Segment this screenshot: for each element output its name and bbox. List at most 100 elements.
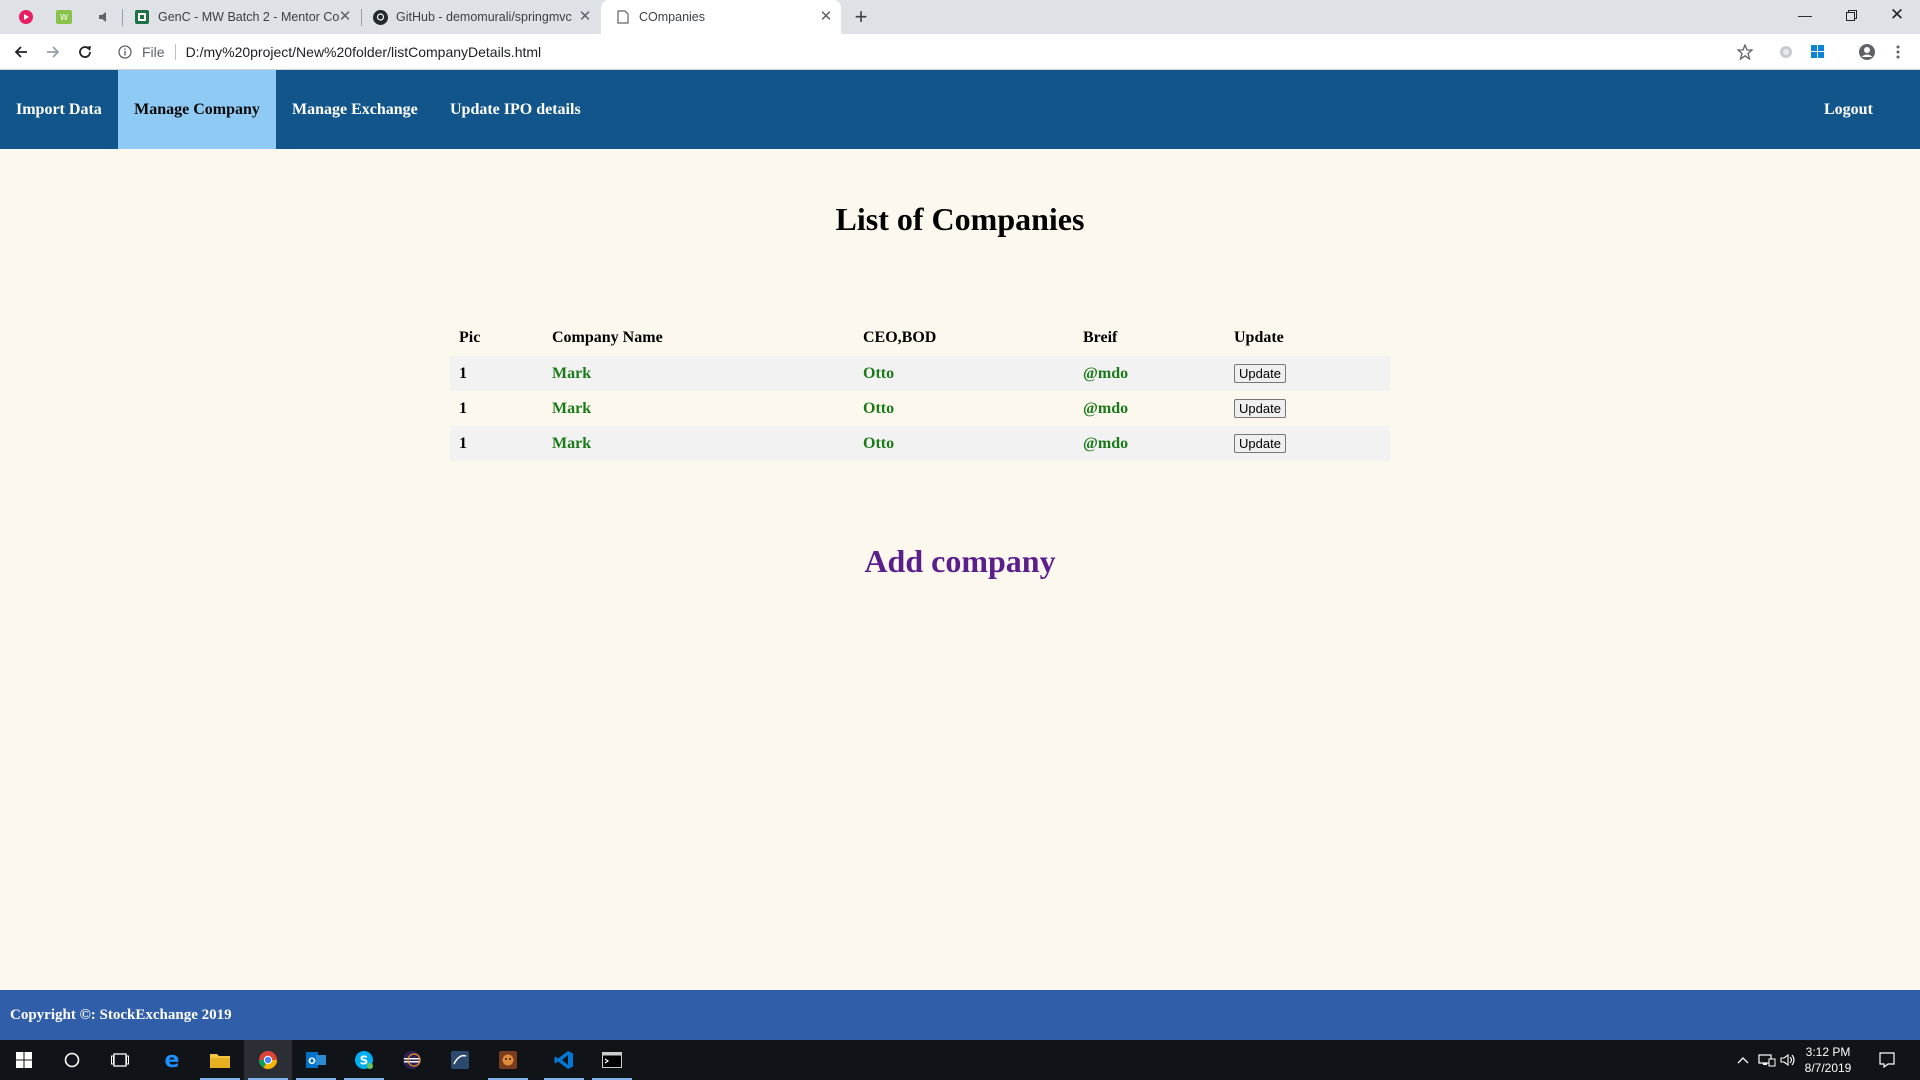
taskbar-skype[interactable]: S (340, 1040, 388, 1080)
taskbar-vscode[interactable] (540, 1040, 588, 1080)
search-button[interactable] (48, 1040, 96, 1080)
svg-text:O: O (308, 1057, 316, 1067)
cell-brief: @mdo (1074, 356, 1225, 391)
info-icon[interactable] (116, 43, 134, 61)
update-button[interactable]: Update (1234, 434, 1286, 453)
cell-ceo: Otto (854, 356, 1074, 391)
tab-title: GenC - MW Batch 2 - Mentor Co (158, 10, 340, 24)
outlook-icon: O (306, 1052, 326, 1068)
edge-icon: e (165, 1050, 180, 1070)
cell-update: Update (1225, 426, 1390, 461)
header-ceo-bod: CEO,BOD (863, 329, 937, 346)
new-tab-button[interactable]: + (848, 4, 874, 30)
table-row: 1 Mark Otto @mdo Update (450, 426, 1390, 461)
restore-icon (1845, 9, 1857, 21)
nav-manage-company[interactable]: Manage Company (118, 70, 276, 149)
task-view-icon (111, 1053, 129, 1067)
browser-tab-strip: W GenC - MW Batch 2 - Mentor Co ✕ GitHub… (0, 0, 1920, 34)
cell-company-name: Mark (552, 399, 592, 417)
volume-icon[interactable] (1778, 1040, 1798, 1080)
svg-text:e: e (165, 1050, 180, 1070)
pinned-tab-muted[interactable] (87, 0, 121, 34)
nav-import-data[interactable]: Import Data (0, 70, 118, 149)
restore-button[interactable] (1828, 0, 1874, 30)
add-company-link[interactable]: Add company (0, 543, 1920, 580)
main-navbar: Import Data Manage Company Manage Exchan… (0, 70, 1920, 149)
cell-company-name: Mark (543, 426, 854, 461)
tab-title: GitHub - demomurali/springmvc (396, 10, 572, 24)
browser-toolbar: File D:/my%20project/New%20folder/listCo… (0, 34, 1920, 70)
speaker-muted-icon (99, 12, 106, 22)
taskbar-edge[interactable]: e (148, 1040, 196, 1080)
close-window-button[interactable]: ✕ (1874, 0, 1920, 30)
close-tab-icon[interactable]: ✕ (576, 8, 594, 26)
pinned-tab-app[interactable]: W (47, 0, 81, 34)
taskbar-outlook[interactable]: O (292, 1040, 340, 1080)
page-title: List of Companies (835, 201, 1085, 237)
url-text[interactable]: D:/my%20project/New%20folder/listCompany… (186, 44, 542, 60)
close-tab-icon[interactable]: ✕ (336, 8, 354, 26)
page-icon (615, 9, 631, 25)
svg-text:W: W (60, 13, 68, 22)
tab-genc[interactable]: GenC - MW Batch 2 - Mentor Co ✕ (126, 0, 360, 34)
profile-icon[interactable] (1857, 42, 1877, 62)
start-button[interactable] (0, 1040, 48, 1080)
folder-icon (210, 1054, 230, 1068)
skype-icon: S (355, 1051, 373, 1069)
header-company-name: Company Name (552, 329, 663, 346)
taskbar-mysql-workbench[interactable] (436, 1040, 484, 1080)
spreadsheet-icon (134, 9, 150, 25)
close-tab-icon[interactable]: ✕ (817, 8, 835, 26)
address-bar[interactable]: File D:/my%20project/New%20folder/listCo… (108, 38, 1768, 66)
taskbar-eclipse[interactable] (388, 1040, 436, 1080)
windows-logo-icon (16, 1052, 32, 1068)
system-clock[interactable]: 3:12 PM 8/7/2019 (1796, 1044, 1860, 1076)
windows-extension-icon[interactable] (1808, 42, 1828, 62)
chrome-icon (259, 1051, 277, 1070)
companies-table: Pic Company Name CEO,BOD Breif Update 1 … (450, 320, 1390, 461)
nav-manage-exchange[interactable]: Manage Exchange (276, 70, 434, 149)
tab-companies[interactable]: COmpanies ✕ (601, 0, 841, 34)
taskbar-app-brown[interactable] (484, 1040, 532, 1080)
cell-pic: 1 (459, 399, 467, 417)
url-scheme: File (142, 44, 165, 60)
update-button[interactable]: Update (1234, 364, 1286, 383)
minimize-button[interactable]: — (1782, 0, 1828, 30)
reload-button[interactable] (74, 41, 96, 63)
back-button[interactable] (10, 41, 32, 63)
forward-arrow-icon (47, 46, 60, 58)
menu-kebab-icon[interactable] (1888, 42, 1908, 62)
footer-copyright: Copyright ©: StockExchange 2019 (0, 990, 1920, 1040)
tray-overflow-chevron-icon[interactable] (1734, 1040, 1752, 1080)
bookmark-star-icon[interactable] (1735, 42, 1755, 62)
task-view-button[interactable] (96, 1040, 144, 1080)
extension-grey-icon[interactable] (1776, 42, 1796, 62)
table-row: 1 Mark Otto @mdo Update (450, 356, 1390, 391)
tiger-app-icon (499, 1051, 517, 1069)
network-icon[interactable] (1756, 1040, 1778, 1080)
notification-center-icon[interactable] (1872, 1040, 1902, 1080)
cell-pic: 1 (450, 356, 543, 391)
update-button[interactable]: Update (1234, 399, 1286, 418)
forward-button[interactable] (42, 41, 64, 63)
github-icon (372, 9, 388, 25)
header-brief: Breif (1083, 329, 1118, 346)
clock-date: 8/7/2019 (1804, 1061, 1852, 1075)
cell-update: Update (1225, 391, 1390, 426)
svg-text:S: S (360, 1054, 369, 1068)
nav-logout[interactable]: Logout (1808, 70, 1889, 149)
music-app-icon (19, 10, 33, 24)
reload-icon (79, 46, 91, 58)
taskbar-file-explorer[interactable] (196, 1040, 244, 1080)
mysql-workbench-icon (451, 1051, 469, 1069)
pinned-tab-music[interactable] (9, 0, 43, 34)
taskbar-chrome[interactable] (244, 1040, 292, 1080)
cell-company-name: Mark (543, 356, 854, 391)
vscode-icon (554, 1051, 573, 1069)
cell-update: Update (1225, 356, 1390, 391)
nav-update-ipo-details[interactable]: Update IPO details (434, 70, 597, 149)
taskbar-terminal[interactable] (588, 1040, 636, 1080)
cell-pic: 1 (450, 426, 543, 461)
tab-github[interactable]: GitHub - demomurali/springmvc ✕ (364, 0, 600, 34)
cell-brief: @mdo (1083, 399, 1129, 417)
